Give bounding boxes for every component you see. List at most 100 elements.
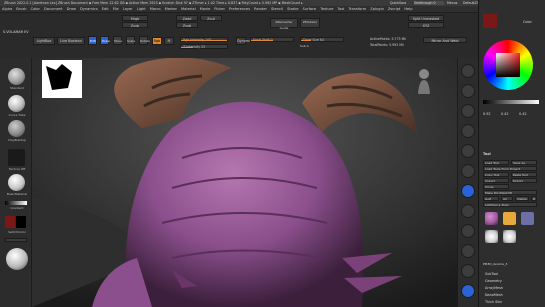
m-button[interactable]: M (164, 37, 174, 45)
tool-thumb-gnome[interactable] (485, 212, 498, 225)
menu-draw[interactable]: Draw (65, 6, 78, 13)
menu-stroke[interactable]: Stroke (285, 6, 300, 13)
menu-file[interactable]: File (111, 6, 121, 13)
menu-macro[interactable]: Macro (148, 6, 163, 13)
brush-standard-icon[interactable] (8, 68, 25, 85)
color-picker-square[interactable] (496, 53, 520, 77)
load-tools-project-button[interactable]: Load Tools From Project (483, 166, 537, 171)
texture-icon[interactable] (8, 149, 25, 166)
menu-edit[interactable]: Edit (100, 6, 111, 13)
frame-button[interactable] (461, 244, 475, 258)
zoom-button[interactable] (461, 124, 475, 138)
brush-claybuildup-icon[interactable] (8, 120, 25, 137)
material-sphere-icon[interactable] (6, 248, 28, 270)
subtool-section[interactable]: SubTool (485, 272, 498, 276)
move-view-button[interactable] (461, 264, 475, 278)
mirror-zsub-button[interactable]: Zsub (122, 22, 148, 28)
move-button[interactable]: Move (113, 36, 122, 45)
clone-button[interactable]: Clone (483, 184, 509, 189)
menu-help[interactable]: Help (402, 6, 414, 13)
menu-marker[interactable]: Marker (163, 6, 179, 13)
persp-button[interactable] (461, 184, 475, 198)
arraymesh-section[interactable]: ArrayMesh (485, 286, 503, 290)
menu-preferences[interactable]: Preferences (227, 6, 252, 13)
menus-button[interactable]: Menus (447, 1, 461, 5)
seethrough-slider[interactable]: Seethrough 0 (414, 1, 444, 5)
copy-tool-button[interactable]: Copy Tool (483, 172, 509, 177)
tray-main-color[interactable] (483, 14, 497, 28)
menu-material[interactable]: Material (179, 6, 198, 13)
navigation-bust[interactable] (417, 68, 431, 94)
brush-curvetube-icon[interactable] (8, 95, 25, 112)
tool-thumb-simplebrush[interactable] (485, 230, 498, 243)
quicksave-button[interactable]: QuickSave (390, 1, 406, 5)
zadd-button[interactable]: Zadd (176, 15, 198, 21)
tool-thumb-cylinder[interactable] (503, 212, 516, 225)
draw-button[interactable]: Draw (100, 36, 110, 45)
menu-zscript[interactable]: Zscript (386, 6, 402, 13)
canvas-viewport[interactable] (32, 58, 457, 307)
split-unmasked-button[interactable]: Split Unmasked Points (408, 15, 444, 27)
menu-dynamics[interactable]: Dynamics (78, 6, 100, 13)
material-icon[interactable] (8, 174, 25, 191)
menu-stencil[interactable]: Stencil (269, 6, 285, 13)
lightbox-button[interactable]: LightBox (33, 37, 55, 45)
spix-button[interactable] (461, 84, 475, 98)
paste-tool-button[interactable]: Paste Tool (511, 172, 537, 177)
scroll-button[interactable] (461, 104, 475, 118)
live-boolean-button[interactable]: Live Boolean (57, 37, 85, 45)
lightbox-tools-button[interactable]: Lightbox ▸ Tools (483, 202, 537, 207)
focal-shift-slider[interactable]: Focal Shift 0 (250, 37, 294, 42)
mirror-weld-button[interactable]: Mirror And Weld (423, 37, 467, 43)
thickskin-section[interactable]: Thick Skin (485, 300, 502, 304)
all-button[interactable]: All (501, 196, 513, 201)
tool-thumb-sphere[interactable] (503, 230, 516, 243)
tool-thumb-polymesh[interactable] (521, 212, 534, 225)
rgb-intensity-slider[interactable]: Rgb Intensity 100 (180, 37, 228, 42)
menu-light[interactable]: Light (135, 6, 148, 13)
bpr-button[interactable] (461, 64, 475, 78)
nanomesh-section[interactable]: NanoMesh (485, 293, 503, 297)
save-as-button[interactable]: Save As (511, 160, 537, 165)
menu-movie[interactable]: Movie (198, 6, 213, 13)
menu-layer[interactable]: Layer (121, 6, 135, 13)
goz-button[interactable]: GoZ (483, 196, 499, 201)
floor-button[interactable] (461, 204, 475, 218)
rgb-button[interactable]: Rgb (152, 37, 162, 45)
menu-alpha[interactable]: Alpha (0, 6, 14, 13)
menu-texture[interactable]: Texture (318, 6, 335, 13)
aahalf-button[interactable] (461, 164, 475, 178)
import-button[interactable]: Import (483, 178, 509, 183)
alternate-button[interactable] (5, 238, 27, 242)
menu-render[interactable]: Render (252, 6, 269, 13)
color-wheel[interactable] (483, 40, 533, 90)
export-button[interactable]: Export (511, 178, 537, 183)
main-color-swatch[interactable] (5, 216, 15, 228)
actual-button[interactable] (461, 144, 475, 158)
menu-tool[interactable]: Tool (335, 6, 346, 13)
visible-button[interactable]: Visible (515, 196, 529, 201)
make-polymesh-button[interactable]: Make PolyMesh3D (483, 190, 537, 195)
zsub-button[interactable]: Zsub (176, 22, 198, 28)
menu-document[interactable]: Document (42, 6, 65, 13)
zcut-button[interactable]: Zcut (200, 15, 222, 21)
z-intensity-slider[interactable]: Z Intensity 25 (180, 44, 228, 49)
edit-button[interactable]: Edit (88, 36, 97, 45)
gradient-swatch[interactable] (5, 201, 27, 205)
draw-size-slider[interactable]: Draw Size 64 (300, 37, 344, 42)
scale-button[interactable]: Scale (126, 36, 135, 45)
menu-transform[interactable]: Transform (346, 6, 368, 13)
rotate-button[interactable]: Rotate (139, 36, 150, 45)
menu-picker[interactable]: Picker (212, 6, 227, 13)
geometry-section[interactable]: Geometry (485, 279, 502, 283)
r-button[interactable]: R (531, 196, 537, 201)
zremesher-guide-button[interactable]: ZRemesher Guide (270, 18, 298, 30)
zmodeler-button[interactable]: ZModeler (300, 18, 320, 28)
menu-brush[interactable]: Brush (14, 6, 28, 13)
load-tool-button[interactable]: Load Tool (483, 160, 509, 165)
mrgb-button[interactable]: Mrgb (122, 15, 148, 21)
menu-zplugin[interactable]: Zplugin (368, 6, 386, 13)
local-button[interactable] (461, 224, 475, 238)
polyf-button[interactable] (461, 284, 475, 298)
menu-surface[interactable]: Surface (301, 6, 319, 13)
